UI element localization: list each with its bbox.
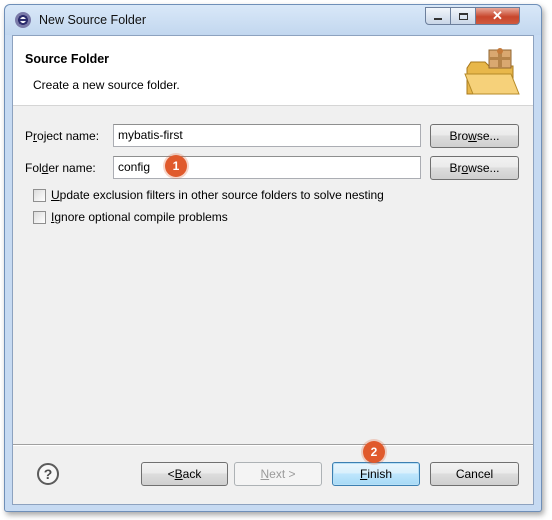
next-button[interactable]: Next > [234, 462, 322, 486]
maximize-icon [458, 12, 468, 20]
ignore-optional-option[interactable]: Ignore optional compile problems [33, 210, 228, 224]
project-name-label: Project name: [25, 129, 100, 143]
page-description: Create a new source folder. [33, 78, 180, 92]
folder-box-icon [464, 48, 520, 95]
dialog-window: New Source Folder ✕ Source Folder Create… [4, 4, 542, 512]
help-icon[interactable]: ? [37, 463, 59, 485]
dialog-body: Source Folder Create a new source folder… [12, 35, 534, 505]
page-title: Source Folder [25, 52, 110, 66]
update-exclusion-label: Update exclusion filters in other source… [51, 188, 384, 202]
step-1-badge: 1 [165, 155, 187, 177]
cancel-button[interactable]: Cancel [430, 462, 519, 486]
maximize-button[interactable] [451, 7, 476, 25]
minimize-icon [434, 18, 442, 20]
footer-separator [13, 444, 533, 446]
update-exclusion-checkbox[interactable] [33, 188, 46, 202]
project-name-field[interactable]: mybatis-first [113, 124, 421, 147]
close-icon: ✕ [492, 8, 503, 23]
app-icon [15, 12, 31, 28]
window-title: New Source Folder [39, 13, 146, 27]
folder-name-label: Folder name: [25, 161, 96, 175]
project-browse-button[interactable]: Bro w se... [430, 124, 519, 148]
update-exclusion-option[interactable]: Update exclusion filters in other source… [33, 188, 384, 202]
wizard-header: Source Folder Create a new source folder… [13, 36, 533, 106]
ignore-optional-checkbox[interactable] [33, 210, 46, 224]
step-2-badge: 2 [363, 441, 385, 463]
finish-button[interactable]: Finish [332, 462, 420, 486]
folder-browse-button[interactable]: Br o wse... [430, 156, 519, 180]
folder-name-field[interactable]: config [113, 156, 421, 179]
ignore-optional-label: Ignore optional compile problems [51, 210, 228, 224]
back-button[interactable]: < Back [141, 462, 228, 486]
close-button[interactable]: ✕ [476, 7, 520, 25]
title-bar[interactable]: New Source Folder ✕ [5, 5, 541, 35]
minimize-button[interactable] [425, 7, 451, 25]
